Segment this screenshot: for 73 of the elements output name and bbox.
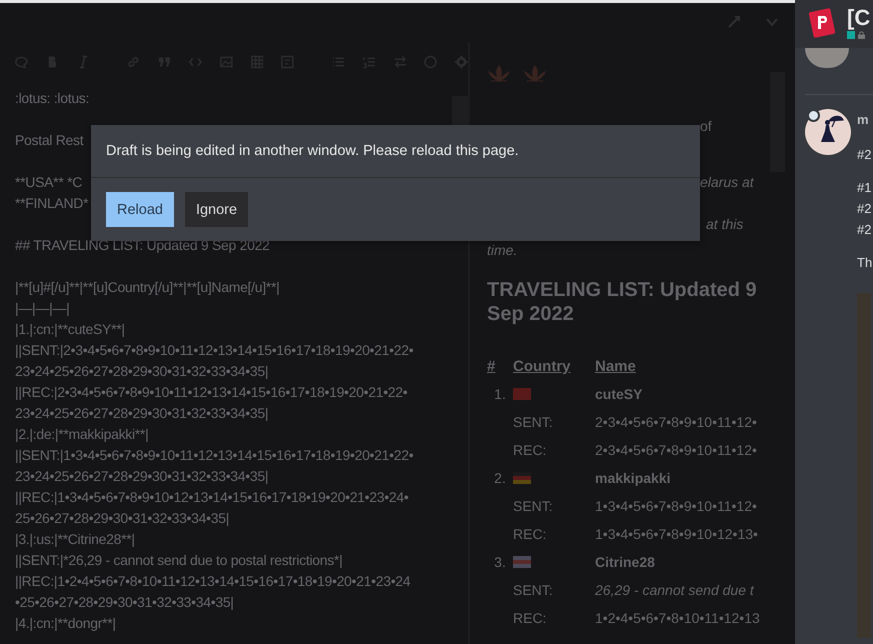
table-cell-text: 2•3•4•5•6•7•8•9•10•11•12• <box>595 440 758 459</box>
image-icon[interactable] <box>220 55 233 69</box>
table-cell-text: REC: <box>513 608 548 627</box>
status-dot <box>807 109 820 122</box>
editor-line: |—|—|—| <box>15 299 70 318</box>
editor-line: |1.|:cn:|**cuteSY**| <box>15 320 125 339</box>
preview-text: at this <box>706 216 744 232</box>
table-cell-text: 1•2•4•5•6•7•8•10•11•12•13 <box>595 608 761 627</box>
preview-heading: TRAVELING LIST: Updated 9 Sep 2022 <box>487 278 757 326</box>
editor-line: **USA** *C <box>15 173 82 192</box>
username[interactable]: m <box>857 109 872 130</box>
preview-text: of <box>700 118 712 134</box>
editor-line: 23•24•25•26•27•28•29•30•31•32•33•34•35| <box>15 467 268 486</box>
logo-icon[interactable] <box>809 8 835 38</box>
table-cell-text: 2. <box>493 468 507 487</box>
preview-text: elarus at <box>700 174 754 190</box>
editor-line: |**[u]#[/u]**|**[u]Country[/u]**|**[u]Name[/u]**| <box>15 278 280 297</box>
post-text: #1 <box>857 179 872 197</box>
chat-bubble-icon[interactable] <box>15 55 28 69</box>
column-header: Name <box>595 358 637 375</box>
editor-line: ||REC:|1•3•4•5•6•7•8•9•10•12•13•14•15•16•17•18•19•20•21•23•24• <box>15 488 408 507</box>
table-cell-text: 3. <box>493 552 507 571</box>
code-icon[interactable] <box>188 55 202 69</box>
editor-line: 25•26•27•28•29•30•31•32•33•34•35| <box>15 509 230 528</box>
table-cell-text: REC: <box>513 524 548 543</box>
table-cell-text: Citrine28 <box>595 552 656 571</box>
table-cell-text: 26,29 - cannot send due t <box>595 580 756 599</box>
editor-line: |2.|:de:|**makkipakki**| <box>15 425 148 444</box>
preview-text: time. <box>487 242 518 258</box>
table-cell-text: makkipakki <box>595 468 672 487</box>
channel-title: [C <box>847 5 870 31</box>
flag-icon <box>513 388 531 400</box>
swap-icon[interactable] <box>394 55 406 69</box>
table-cell-text: REC: <box>513 440 548 459</box>
editor-line: 23•24•25•26•27•28•29•30•31•32•33•34•35| <box>15 362 268 381</box>
table-cell-text: SENT: <box>513 580 554 599</box>
post-text: #2 <box>857 146 872 164</box>
editor-line: ||SENT:|1•3•4•5•6•7•8•9•10•11•12•13•14•15•16•17•18•19•20•21•22• <box>15 446 414 465</box>
editor-line: **FINLAND* <box>15 194 88 213</box>
table-cell-text: SENT: <box>513 496 554 515</box>
dialog-message: Draft is being edited in another window. Please reload this page. <box>91 125 700 178</box>
post-text: #2 <box>857 221 872 239</box>
quote-icon[interactable] <box>158 55 171 69</box>
table-cell-text: 1•3•4•5•6•7•8•9•10•11•12• <box>595 496 758 515</box>
lock-icon <box>858 31 865 39</box>
ignore-button[interactable]: Ignore <box>184 192 248 227</box>
post-text: Th <box>857 254 872 272</box>
post-text: #2 <box>857 200 872 218</box>
editor-line: |4.|:cn:|**dongr**| <box>15 614 116 633</box>
table-cell-text: 1. <box>493 384 507 403</box>
avatar[interactable] <box>805 109 851 155</box>
category-square-icon <box>847 31 855 39</box>
editor-line: Postal Rest <box>15 131 84 150</box>
shrink-icon[interactable] <box>727 15 741 29</box>
editor-line: 23•24•25•26•27•28•29•30•31•32•33•34•35| <box>15 404 268 423</box>
editor-line: ||SENT:|2•3•4•5•6•7•8•9•10•11•12•13•14•15•16•17•18•19•20•21•22• <box>15 341 414 360</box>
flag-icon <box>513 556 531 568</box>
editor-line: :lotus: :lotus: <box>15 89 90 108</box>
table-cell-text: SENT: <box>513 412 554 431</box>
column-header: Country <box>513 358 572 375</box>
table-cell-text: 2•3•4•5•6•7•8•9•10•11•12• <box>595 412 758 431</box>
editor-line: |3.|:us:|**Citrine28**| <box>15 530 135 549</box>
reload-button[interactable]: Reload <box>106 192 174 227</box>
editor-line: ||REC:|1•2•4•5•6•7•8•10•11•12•13•14•15•16•17•18•19•20•21•23•24 <box>15 572 410 591</box>
italic-icon[interactable] <box>76 55 90 69</box>
editor-line: ||SENT:|*26,29 - cannot send due to postal restrictions*| <box>15 551 342 570</box>
editor-line: •25•26•27•28•29•30•31•32•33•34•35| <box>15 593 234 612</box>
link-icon[interactable] <box>127 55 140 69</box>
lotus-icon-pair-drawing <box>487 64 547 84</box>
table-cell-text: cuteSY <box>595 384 644 403</box>
column-header: # <box>487 358 496 375</box>
editor-line: ||REC:|2•3•4•5•6•7•8•9•10•11•12•13•14•15•16•17•18•19•20•21•22• <box>15 383 408 402</box>
table-cell-text: 1•3•4•5•6•7•8•9•10•12•13• <box>595 524 759 543</box>
